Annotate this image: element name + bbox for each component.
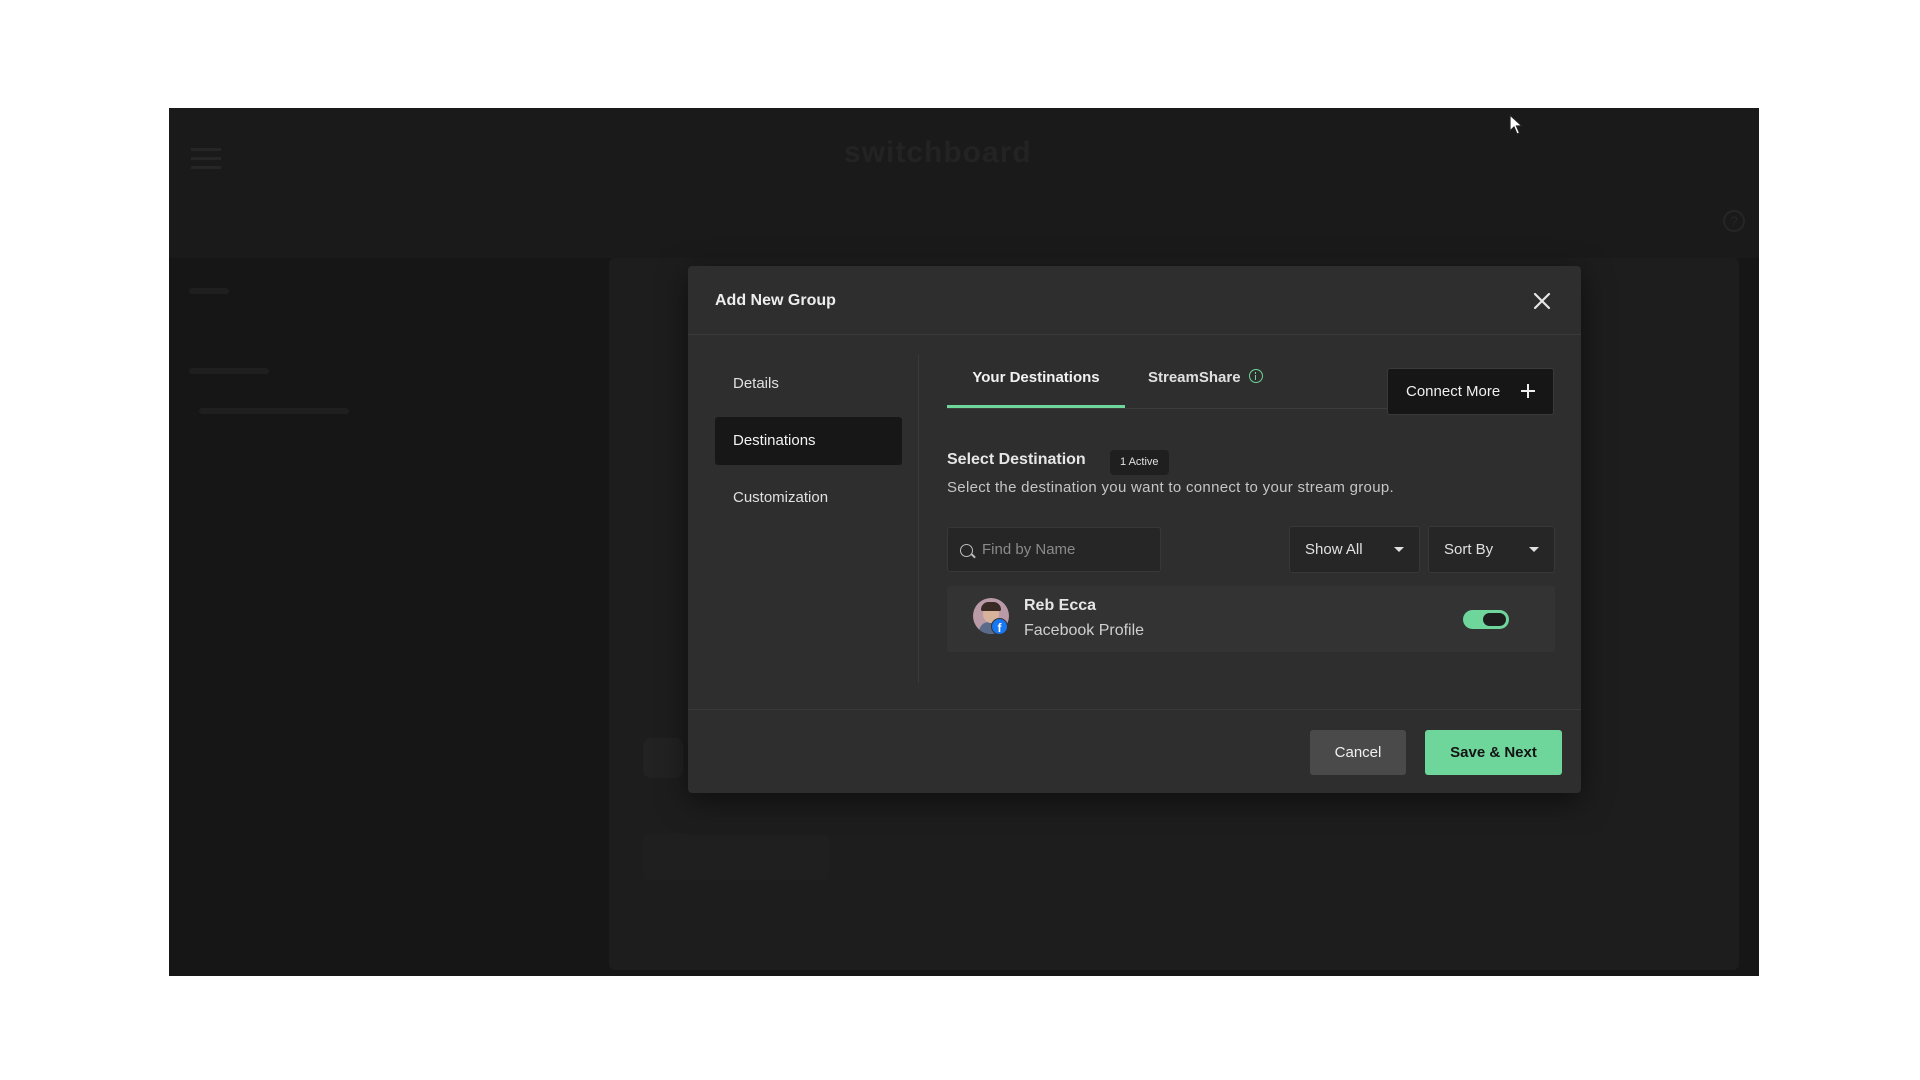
destination-toggle[interactable] [1463, 610, 1509, 629]
add-group-modal: Add New Group Details Destinations Custo… [688, 266, 1581, 793]
background-line [189, 288, 229, 294]
app-screen: switchboard ? Add New Group Details Dest… [169, 108, 1759, 976]
background-avatar [643, 738, 683, 778]
destination-type: Facebook Profile [1024, 622, 1145, 639]
sort-by-label: Sort By [1444, 541, 1494, 558]
select-destination-description: Select the destination you want to conne… [947, 479, 1394, 496]
cancel-button[interactable]: Cancel [1310, 730, 1406, 775]
connect-more-button[interactable]: Connect More [1387, 368, 1554, 415]
toggle-knob [1483, 613, 1506, 626]
tab-your-destinations[interactable]: Your Destinations [947, 354, 1125, 408]
caret-down-icon [1529, 547, 1539, 552]
tab-streamshare[interactable]: StreamShare [1148, 354, 1263, 408]
modal-header: Add New Group [688, 266, 1581, 335]
active-count-badge: 1 Active [1110, 450, 1169, 475]
background-line [189, 368, 269, 374]
vertical-divider [918, 355, 919, 683]
show-all-label: Show All [1305, 541, 1363, 558]
app-logo: switchboard [844, 136, 1032, 169]
save-next-button[interactable]: Save & Next [1425, 730, 1562, 775]
nav-item-destinations[interactable]: Destinations [715, 417, 902, 465]
close-icon[interactable] [1531, 290, 1553, 312]
sort-by-dropdown[interactable]: Sort By [1428, 526, 1555, 573]
destination-name: Reb Ecca [1024, 597, 1097, 614]
nav-item-details[interactable]: Details [715, 360, 902, 408]
search-icon [960, 544, 973, 557]
tab-streamshare-label: StreamShare [1148, 369, 1241, 386]
background-line [199, 408, 349, 414]
search-box [947, 527, 1161, 572]
plus-icon [1521, 384, 1535, 398]
footer-divider [688, 709, 1581, 710]
hamburger-menu-icon [191, 148, 221, 170]
search-input[interactable] [982, 528, 1152, 571]
select-destination-title: Select Destination [947, 451, 1086, 468]
modal-title: Add New Group [715, 292, 836, 309]
connect-more-label: Connect More [1406, 383, 1501, 400]
help-icon: ? [1723, 210, 1745, 232]
info-icon[interactable] [1248, 369, 1263, 384]
mouse-cursor-icon [1509, 114, 1523, 135]
nav-item-customization[interactable]: Customization [715, 474, 902, 522]
modal-side-nav: Details Destinations Customization [715, 360, 902, 531]
facebook-icon: f [991, 618, 1008, 635]
caret-down-icon [1394, 547, 1404, 552]
destination-row[interactable]: f Reb Ecca Facebook Profile [947, 586, 1555, 652]
show-all-dropdown[interactable]: Show All [1289, 526, 1420, 573]
background-button [643, 834, 829, 880]
